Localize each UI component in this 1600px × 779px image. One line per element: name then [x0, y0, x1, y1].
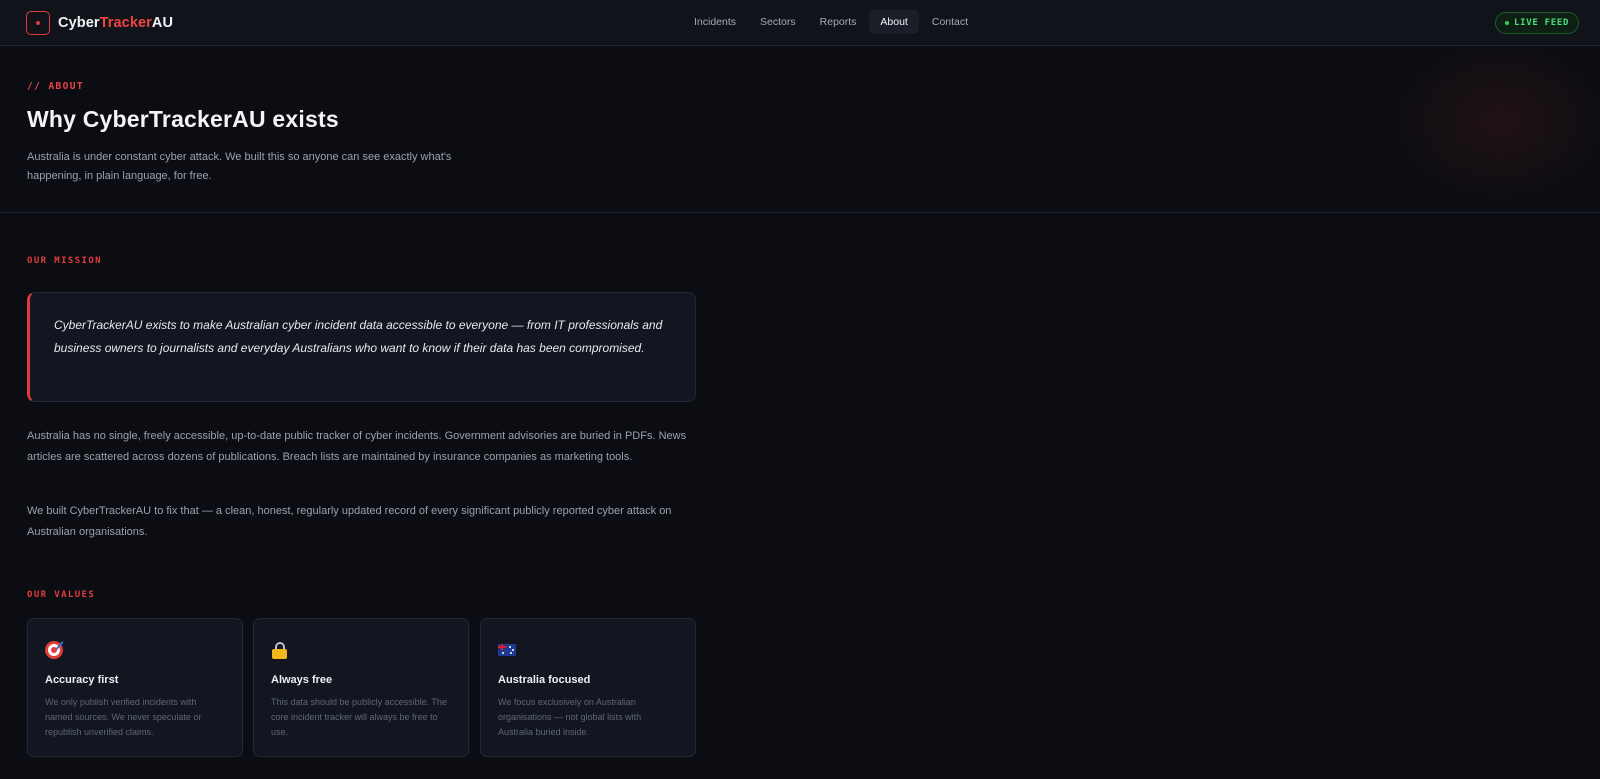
value-card-desc: We focus exclusively on Australian organ… [498, 697, 642, 737]
hero-subtitle: Australia is under constant cyber attack… [27, 151, 452, 182]
value-card-desc: We only publish verified incidents with … [45, 697, 202, 737]
live-feed-badge[interactable]: LIVE FEED [1495, 12, 1580, 34]
live-dot-icon [1505, 21, 1509, 25]
value-card-accuracy: Accuracy first We only publish verified … [27, 618, 243, 757]
value-card-free: Always free This data should be publicly… [253, 618, 469, 757]
value-card-title: Always free [271, 674, 333, 686]
australia-flag-icon [498, 641, 516, 659]
mission-quote: CyberTrackerAU exists to make Australian… [27, 292, 696, 402]
lock-icon [271, 641, 289, 659]
page-title: Why CyberTrackerAU exists [27, 106, 339, 132]
mission-paragraph-2: We built CyberTrackerAU to fix that — a … [27, 505, 672, 538]
mission-paragraph-1: Australia has no single, freely accessib… [27, 430, 687, 463]
value-card-desc: This data should be publicly accessible.… [271, 697, 447, 737]
nav-link-contact[interactable]: Contact [921, 10, 979, 34]
logo-icon [26, 11, 50, 35]
nav-link-about[interactable]: About [869, 10, 919, 34]
value-card-title: Australia focused [498, 674, 591, 686]
hero-section: // ABOUT Why CyberTrackerAU exists Austr… [0, 46, 1600, 213]
mission-label: OUR MISSION [27, 256, 103, 266]
value-card-title: Accuracy first [45, 674, 119, 686]
nav-links: Incidents Sectors Reports About Contact [683, 10, 979, 36]
top-navbar: CyberTrackerAU Incidents Sectors Reports… [0, 0, 1600, 46]
nav-link-incidents[interactable]: Incidents [683, 10, 747, 34]
value-card-australia: Australia focused We focus exclusively o… [480, 618, 696, 757]
brand-name: CyberTrackerAU [58, 15, 174, 31]
target-icon [45, 641, 64, 659]
mission-quote-text: CyberTrackerAU exists to make Australian… [54, 318, 663, 355]
brand-logo[interactable]: CyberTrackerAU [26, 11, 173, 35]
live-feed-label: LIVE FEED [1514, 18, 1570, 28]
nav-link-sectors[interactable]: Sectors [749, 10, 807, 34]
values-label: OUR VALUES [27, 590, 96, 600]
nav-link-reports[interactable]: Reports [809, 10, 868, 34]
hero-eyebrow: // ABOUT [27, 81, 84, 92]
